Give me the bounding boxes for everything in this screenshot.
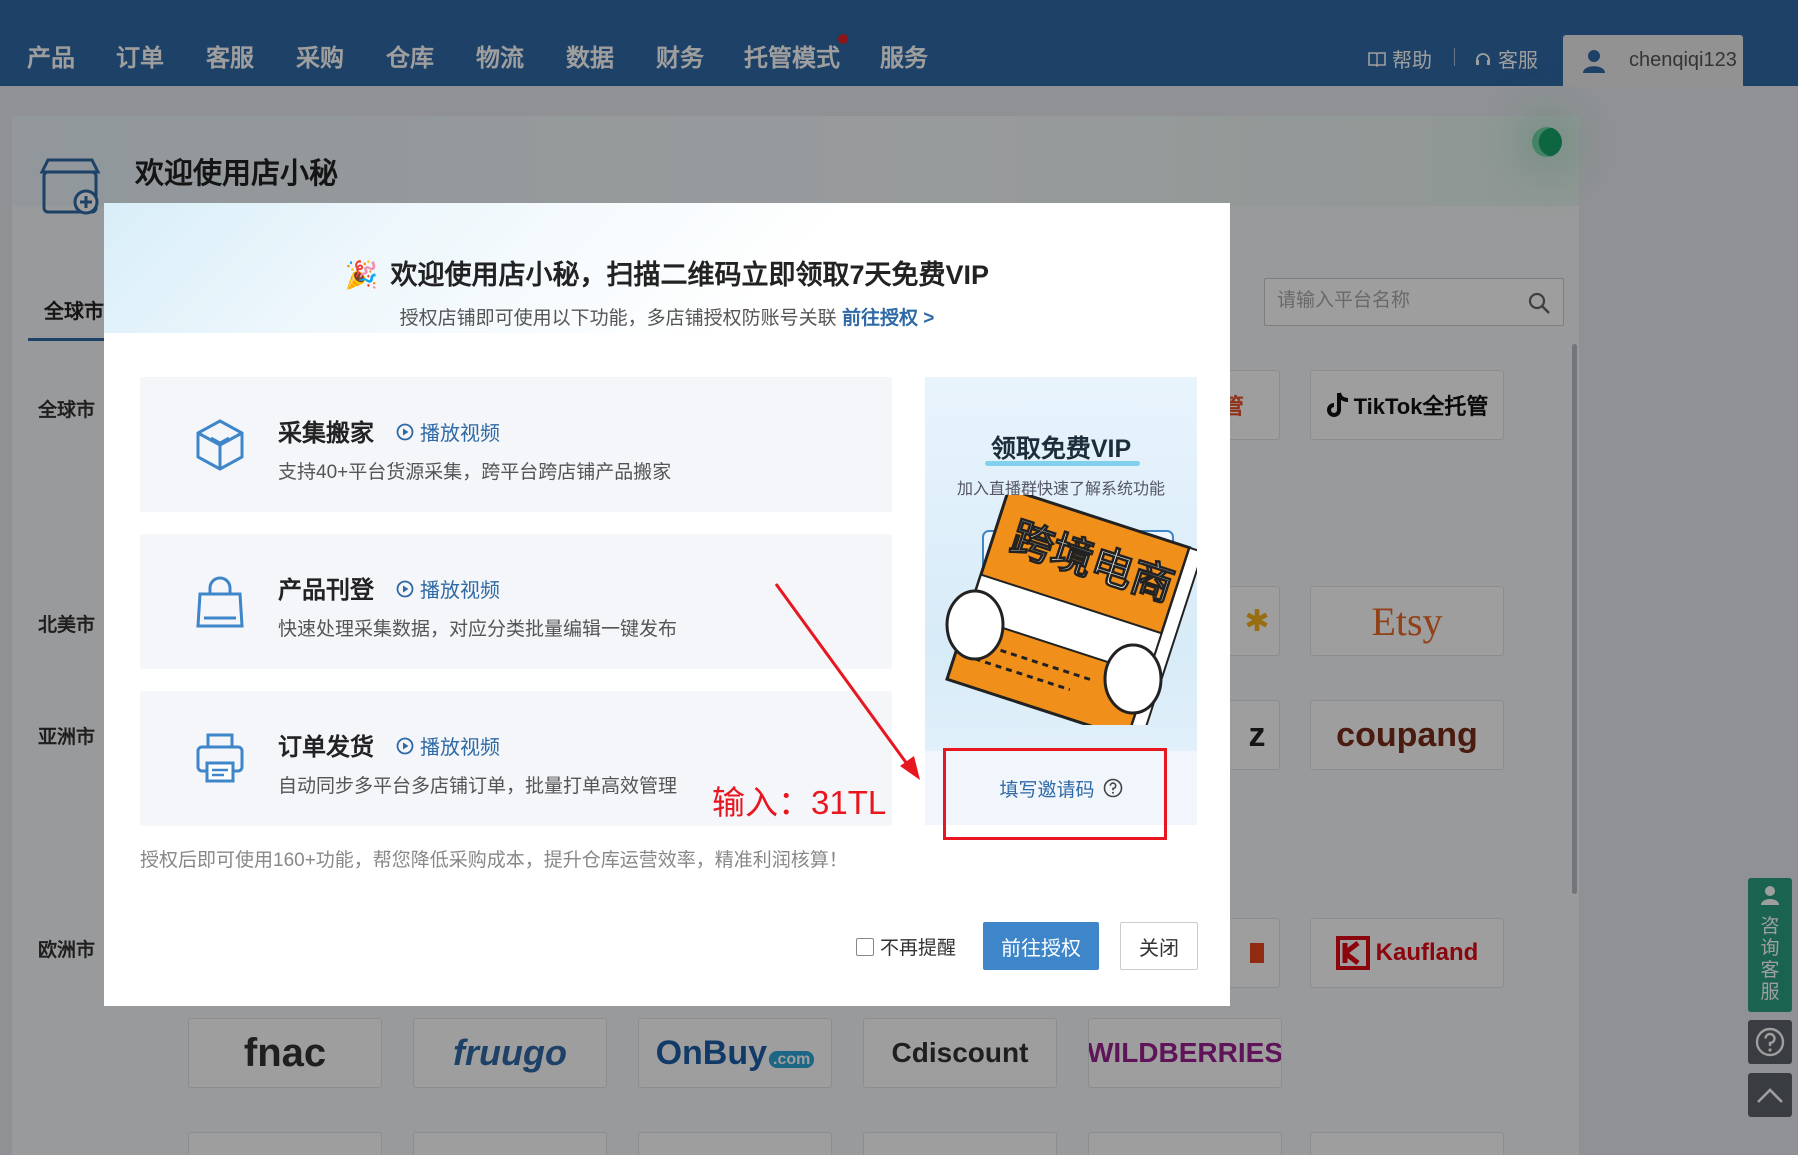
annotation-arrow xyxy=(774,583,920,780)
annotation-highlight-box xyxy=(943,748,1167,840)
annotation-text: 输入：31TL xyxy=(712,784,887,821)
